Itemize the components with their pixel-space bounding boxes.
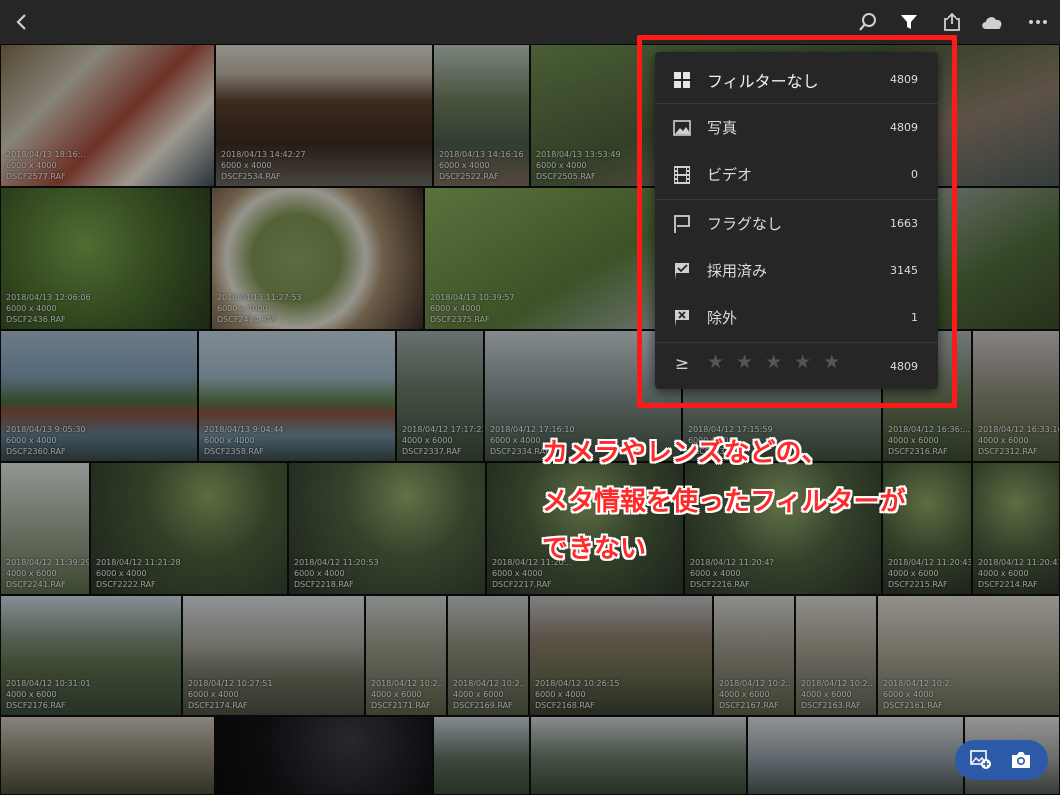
photo-meta: 2018/04/13 11:27:53 6000 x 4000 DSCF2414.R… <box>217 293 302 324</box>
photo-meta: 2018/04/12 10:26:15 6000 x 4000 DSCF2168.R… <box>535 679 620 710</box>
photo-tile[interactable] <box>433 716 530 795</box>
photo-tile[interactable]: 2018/04/12 11:20:53 6000 x 4000 DSCF2218.R… <box>288 462 486 595</box>
photo-meta: 2018/04/12 11:21:28 6000 x 4000 DSCF2222.R… <box>96 558 181 589</box>
photo-meta: 2018/04/12 11:39:29 4000 x 6000 DSCF2241.R… <box>6 558 90 589</box>
photo-tile[interactable]: 2018/04/12 10:26:15 6000 x 4000 DSCF2168.R… <box>529 595 713 716</box>
photo-meta: 2018/04/13 9:04:44 6000 x 4000 DSCF2358.RA… <box>204 425 284 456</box>
photo-meta: 2018/04/13 10:39:57 6000 x 4000 DSCF2375.R… <box>430 293 515 324</box>
photo-meta: 2018/04/13 13:53:49 6000 x 4000 DSCF2505.R… <box>536 150 621 181</box>
photo-meta: 2018/04/12 10:31:01 4000 x 6000 DSCF2176.R… <box>6 679 91 710</box>
photo-tile[interactable]: 2018/04/12 10:2.. 4000 x 6000 DSCF2169.RAF <box>447 595 529 716</box>
photo-tile[interactable]: 2018/04/12 11:21:28 6000 x 4000 DSCF2222.R… <box>90 462 288 595</box>
photo-meta: 2018/04/12 11:20:53 6000 x 4000 DSCF2218.R… <box>294 558 379 589</box>
photo-tile[interactable]: 2018/04/13 12:06:06 6000 x 4000 DSCF2436.R… <box>0 187 211 330</box>
photo-tile[interactable] <box>0 716 215 795</box>
photo-tile[interactable]: 2018/04/12 10:2.. 4000 x 6000 DSCF2171.RAF <box>365 595 447 716</box>
photo-tile[interactable]: 2018/04/12 11:39:29 4000 x 6000 DSCF2241.R… <box>0 462 90 595</box>
photo-tile[interactable]: 2018/04/12 10:2.. 4000 x 6000 DSCF2163.RAF <box>795 595 877 716</box>
photo-meta: 2018/04/12 10:27:51 6000 x 4000 DSCF2174.R… <box>188 679 273 710</box>
highlight-box <box>637 35 957 408</box>
photo-tile[interactable] <box>530 716 747 795</box>
photo-tile[interactable]: 2018/04/13 14:42:27 6000 x 4000 DSCF2534.R… <box>215 44 433 187</box>
photo-tile[interactable] <box>747 716 964 795</box>
photo-meta: 2018/04/12 10:2.. 6000 x 4000 DSCF2161.RAF <box>883 679 955 710</box>
photo-meta: 2018/04/13 12:06:06 6000 x 4000 DSCF2436.R… <box>6 293 91 324</box>
photo-meta: 2018/04/12 10:2.. 4000 x 6000 DSCF2163.RAF <box>801 679 873 710</box>
photo-tile[interactable]: 2018/04/12 10:2.. 6000 x 4000 DSCF2161.RAF <box>877 595 1060 716</box>
photo-tile[interactable] <box>215 716 433 795</box>
photo-meta: 2018/04/13 14:42:27 6000 x 4000 DSCF2534.R… <box>221 150 306 181</box>
photo-meta: 2018/04/13 18:16:.. 6000 x 4000 DSCF2577.R… <box>6 150 86 181</box>
photo-meta: 2018/04/13 9:05:30 6000 x 4000 DSCF2360.RA… <box>6 425 86 456</box>
photo-tile[interactable]: 2018/04/13 18:16:.. 6000 x 4000 DSCF2577.R… <box>0 44 215 187</box>
photo-tile[interactable]: 2018/04/13 14:16:16 6000 x 4000 DSCF2522.R… <box>433 44 530 187</box>
photo-tile[interactable]: 2018/04/12 10:2.. 4000 x 6000 DSCF2167.RAF <box>713 595 795 716</box>
add-photo-icon[interactable] <box>969 748 993 772</box>
photo-tile[interactable]: 2018/04/13 9:05:30 6000 x 4000 DSCF2360.RA… <box>0 330 198 462</box>
cloud-icon[interactable] <box>978 8 1006 36</box>
back-icon[interactable] <box>8 8 36 36</box>
annotation-line: できない <box>542 534 647 564</box>
photo-meta: 2018/04/12 10:2.. 4000 x 6000 DSCF2167.RAF <box>719 679 791 710</box>
photo-meta: 2018/04/12 10:2.. 4000 x 6000 DSCF2171.RAF <box>371 679 443 710</box>
annotation-line: メタ情報を使ったフィルターが <box>542 487 906 517</box>
annotation-line: カメラやレンズなどの、 <box>542 438 828 468</box>
photo-tile[interactable]: 2018/04/12 10:31:01 4000 x 6000 DSCF2176.R… <box>0 595 182 716</box>
photo-tile[interactable]: 2018/04/12 10:27:51 6000 x 4000 DSCF2174.R… <box>182 595 365 716</box>
add-photos-pill <box>955 740 1048 780</box>
photo-meta: 2018/04/12 10:2.. 4000 x 6000 DSCF2169.RAF <box>453 679 525 710</box>
photo-tile[interactable]: 2018/04/12 17:17:23 4000 x 6000 DSCF2337.R… <box>396 330 484 462</box>
share-icon[interactable] <box>938 8 966 36</box>
photo-meta: 2018/04/13 14:16:16 6000 x 4000 DSCF2522.R… <box>439 150 524 181</box>
photo-tile[interactable]: 2018/04/13 9:04:44 6000 x 4000 DSCF2358.RA… <box>198 330 396 462</box>
search-icon[interactable] <box>854 8 882 36</box>
photo-meta: 2018/04/12 17:17:23 4000 x 6000 DSCF2337.R… <box>402 425 484 456</box>
filter-icon[interactable] <box>895 8 923 36</box>
photo-tile[interactable]: 2018/04/13 11:27:53 6000 x 4000 DSCF2414.R… <box>211 187 424 330</box>
camera-icon[interactable] <box>1009 748 1033 772</box>
more-icon[interactable] <box>1024 8 1052 36</box>
